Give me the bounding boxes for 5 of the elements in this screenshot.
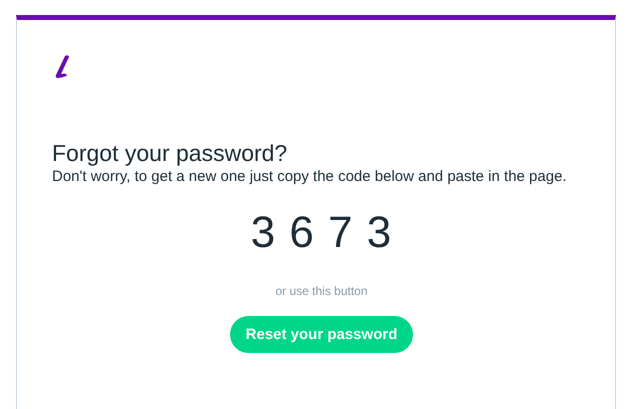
message: Don't worry, to get a new one just copy the code below and paste in the page. [52,168,568,185]
hint-text: or use this button [275,284,368,298]
reset-code: 3 6 7 3 [250,208,392,258]
title: Forgot your password? [52,139,288,167]
reset-password-button[interactable]: Reset your password [230,316,414,353]
